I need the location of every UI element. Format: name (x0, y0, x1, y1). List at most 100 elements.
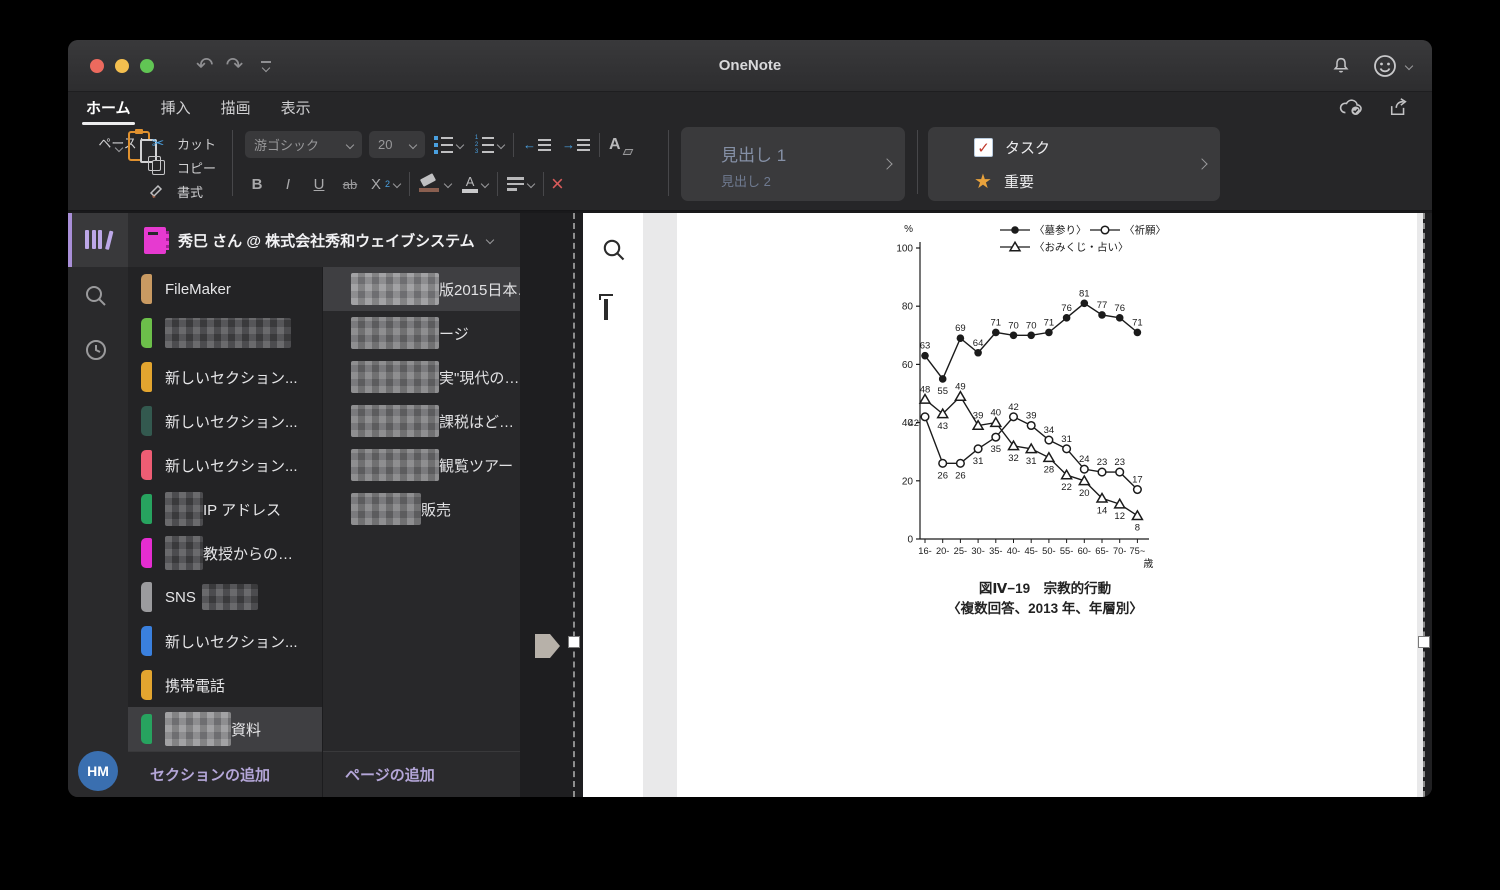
figure-title: 図Ⅳ−19 宗教的行動 (978, 581, 1112, 596)
page-label: 販売 (421, 501, 452, 519)
figure-subtitle: 〈複数回答、2013 年、年層別〉 (947, 600, 1143, 616)
svg-text:40-: 40- (1007, 546, 1020, 556)
svg-text:60: 60 (902, 360, 914, 371)
ribbon-tab-3[interactable]: 描画 (221, 100, 251, 117)
tags-chevron-right-icon[interactable] (1196, 158, 1208, 170)
indent-button[interactable]: → (560, 136, 592, 153)
notebooks-button[interactable] (68, 213, 128, 267)
tags-gallery[interactable]: ✓ タスク ★ 重要 (928, 127, 1220, 201)
notebook-switcher[interactable]: 秀巳 さん @ 株式会社秀和ウェイブシステム (128, 213, 520, 267)
svg-text:23: 23 (1097, 457, 1108, 468)
page-label: 実"現代の… (439, 369, 520, 387)
section-item[interactable]: 新しいセクション... (128, 619, 322, 663)
page-item[interactable]: 観覧ツアー (323, 443, 520, 487)
user-avatar[interactable]: HM (78, 751, 118, 791)
svg-text:80: 80 (902, 302, 914, 313)
selection-handle-left[interactable] (568, 636, 580, 648)
outdent-button[interactable]: ← (521, 136, 553, 153)
page-zoom-search-icon[interactable] (601, 237, 627, 263)
clear-formatting-button[interactable]: A (607, 134, 633, 156)
highlighter-button[interactable] (417, 173, 453, 194)
ribbon-tab-1[interactable]: ホーム (86, 100, 131, 117)
page-versions-copies-icon[interactable] (604, 299, 608, 320)
numbered-list-button[interactable]: 1 2 3 (472, 134, 506, 156)
svg-text:70: 70 (1008, 320, 1019, 331)
tag-important[interactable]: ★ 重要 (974, 171, 1034, 192)
tag-task[interactable]: ✓ タスク (974, 137, 1050, 158)
svg-text:%: % (904, 224, 913, 235)
page-label: 課税はど… (439, 413, 515, 431)
svg-text:12: 12 (1114, 511, 1125, 522)
section-item[interactable]: SNS (128, 575, 322, 619)
svg-text:65-: 65- (1095, 546, 1108, 556)
svg-text:71: 71 (1132, 317, 1143, 328)
italic-button[interactable]: I (276, 176, 300, 193)
page-item[interactable]: 実"現代の… (323, 355, 520, 399)
add-page-button[interactable]: ページの追加 (323, 751, 520, 797)
svg-text:42: 42 (908, 418, 919, 429)
section-item[interactable]: IP アドレス (128, 487, 322, 531)
svg-text:31: 31 (1026, 456, 1037, 467)
font-size-select[interactable]: 20 (369, 131, 425, 158)
section-color-tab-icon (141, 714, 152, 744)
page-label: 版2015日本… (439, 281, 520, 299)
ribbon-tab-2[interactable]: 挿入 (161, 100, 191, 117)
heading1-style[interactable]: 見出し 1 (721, 141, 786, 166)
styles-chevron-right-icon[interactable] (881, 158, 893, 170)
section-item[interactable]: 携帯電話 (128, 663, 322, 707)
ribbon-tab-4[interactable]: 表示 (281, 100, 311, 117)
font-color-button[interactable]: A (460, 174, 490, 195)
font-name-select[interactable]: 游ゴシック (245, 131, 362, 158)
bullet-list-button[interactable] (432, 134, 465, 156)
section-item[interactable]: 新しいセクション... (128, 355, 322, 399)
format-painter-button[interactable]: 書式 (148, 179, 216, 203)
recent-notes-clock-icon[interactable] (83, 337, 109, 363)
sync-cloud-check-icon[interactable] (1338, 97, 1364, 117)
add-section-button[interactable]: セクションの追加 (128, 751, 322, 797)
selection-handle-right[interactable] (1418, 636, 1430, 648)
svg-text:70: 70 (1026, 320, 1037, 331)
bold-button[interactable]: B (245, 176, 269, 193)
page-canvas: 0 20 40 60 80 100% 16- 20- 25- 30- 35- 40- 45- 50- 55-… (583, 213, 1432, 797)
page-label: 観覧ツアー (439, 457, 514, 475)
svg-text:30-: 30- (971, 546, 984, 556)
svg-text:64: 64 (973, 338, 984, 349)
copy-button[interactable]: コピー (147, 155, 216, 179)
section-item[interactable]: 新しいセクション... (128, 399, 322, 443)
ribbon-tabs: ホーム 挿入 描画 表示 (86, 97, 341, 118)
indent-icon: → (562, 138, 590, 151)
share-icon[interactable] (1388, 97, 1410, 117)
subscript-button[interactable]: X2 (369, 174, 402, 195)
page-item[interactable]: 版2015日本… (323, 267, 520, 311)
search-icon[interactable] (83, 283, 109, 309)
section-item[interactable]: 教授からの… (128, 531, 322, 575)
cut-button[interactable]: ✂ カット (148, 131, 216, 155)
section-item[interactable]: FileMaker (128, 267, 322, 311)
section-color-tab-icon (141, 582, 152, 612)
section-item[interactable]: 資料 (128, 707, 322, 751)
outdent-icon: ← (523, 138, 551, 151)
section-item[interactable]: 新しいセクション... (128, 443, 322, 487)
drag-tag-handle[interactable] (535, 634, 560, 658)
delete-button[interactable]: × (551, 173, 564, 195)
section-item[interactable] (128, 311, 322, 355)
svg-text:76: 76 (1114, 303, 1125, 314)
page-item[interactable]: ージ (323, 311, 520, 355)
note-page[interactable]: 0 20 40 60 80 100% 16- 20- 25- 30- 35- 40- 45- 50- 55-… (677, 213, 1417, 797)
strikethrough-button[interactable]: ab (338, 177, 362, 192)
notebook-title: 秀巳 さん @ 株式会社秀和ウェイブシステム (178, 232, 475, 250)
notebook-chevron-down-icon (485, 235, 494, 245)
heading2-style[interactable]: 見出し 2 (721, 171, 771, 190)
page-item[interactable]: 販売 (323, 487, 520, 531)
section-color-tab-icon (141, 362, 152, 392)
ribbon-divider (917, 130, 918, 194)
styles-gallery[interactable]: 見出し 1 見出し 2 (681, 127, 905, 201)
paragraph-alignment-button[interactable] (505, 175, 536, 192)
section-color-tab-icon (141, 494, 152, 524)
embedded-chart-image[interactable]: 0 20 40 60 80 100% 16- 20- 25- 30- 35- 40- 45- 50- 55-… (895, 218, 1195, 618)
cut-label: カット (177, 136, 217, 152)
svg-text:〈祈願〉: 〈祈願〉 (1124, 225, 1166, 237)
page-item[interactable]: 課税はど… (323, 399, 520, 443)
underline-button[interactable]: U (307, 176, 331, 193)
svg-text:49: 49 (955, 381, 966, 392)
